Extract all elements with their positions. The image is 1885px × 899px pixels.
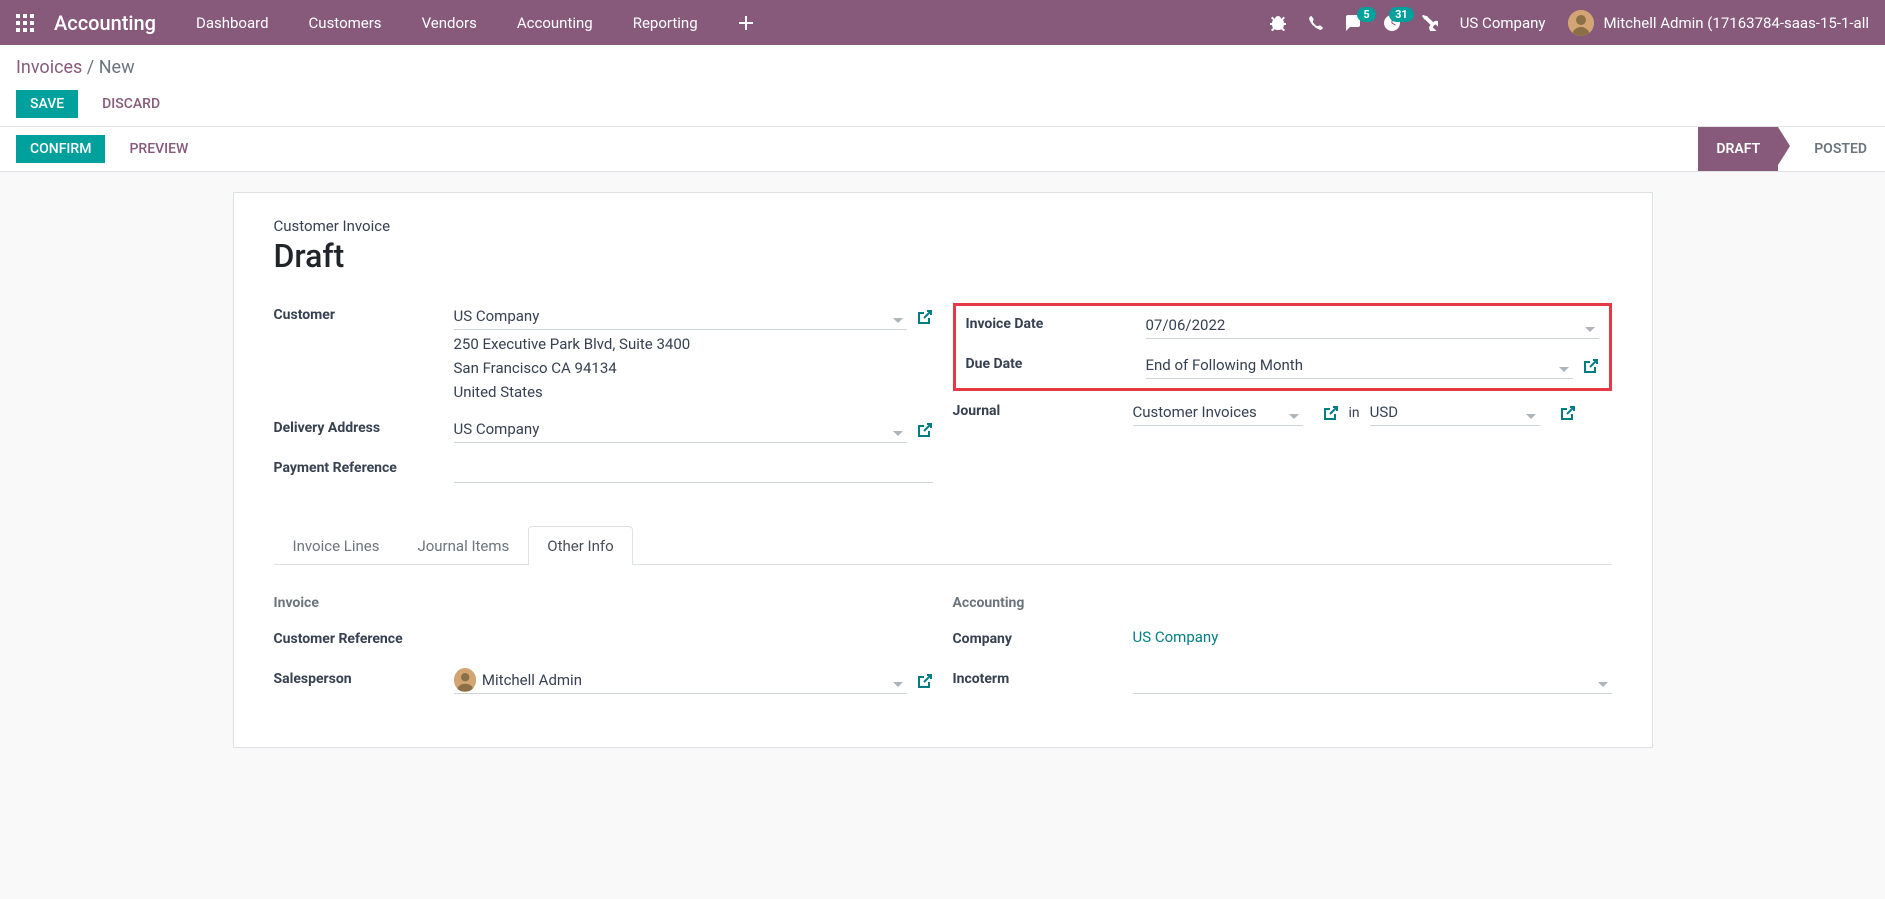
discard-button[interactable]: DISCARD	[88, 90, 174, 118]
invoice-date-input[interactable]	[1146, 312, 1599, 339]
avatar-icon	[1568, 10, 1594, 36]
status-row: CONFIRM PREVIEW DRAFT POSTED	[0, 127, 1885, 172]
plus-icon[interactable]	[738, 14, 754, 32]
salesperson-label: Salesperson	[274, 667, 454, 687]
right-column: Invoice Date Due Date	[953, 303, 1612, 496]
delivery-input[interactable]	[454, 416, 907, 443]
invoice-type-label: Customer Invoice	[274, 217, 1612, 235]
form-tabs: Invoice Lines Journal Items Other Info	[274, 526, 1612, 565]
nav-accounting[interactable]: Accounting	[517, 14, 593, 32]
nav-reporting[interactable]: Reporting	[633, 14, 698, 32]
nav-dashboard[interactable]: Dashboard	[196, 14, 269, 32]
tab-invoice-lines[interactable]: Invoice Lines	[274, 526, 399, 565]
activity-icon[interactable]: 31	[1384, 15, 1400, 31]
nav-customers[interactable]: Customers	[309, 14, 382, 32]
customer-address: 250 Executive Park Blvd, Suite 3400 San …	[454, 332, 933, 404]
status-pills: DRAFT POSTED	[1698, 127, 1885, 171]
nav-vendors[interactable]: Vendors	[422, 14, 477, 32]
tab-content-other: Invoice Customer Reference Salesperson	[274, 565, 1612, 707]
phone-icon[interactable]	[1308, 15, 1324, 31]
customer-label: Customer	[274, 303, 454, 323]
external-link-icon[interactable]	[1560, 405, 1576, 421]
breadcrumb-bar: Invoices / New SAVE DISCARD	[0, 45, 1885, 127]
invoice-section-title: Invoice	[274, 595, 933, 611]
top-navbar: Accounting Dashboard Customers Vendors A…	[0, 0, 1885, 45]
accounting-section-title: Accounting	[953, 595, 1612, 611]
user-name: Mitchell Admin (17163784-saas-15-1-all	[1604, 14, 1870, 32]
company-label: Company	[953, 627, 1133, 647]
left-column: Customer 250 Executive Park Blvd, Suite …	[274, 303, 933, 496]
nav-right: 5 31 US Company Mitchell Admin (17163784…	[1270, 10, 1869, 36]
sheet-wrap: Customer Invoice Draft Customer	[0, 172, 1885, 768]
app-name[interactable]: Accounting	[54, 11, 156, 35]
messages-icon[interactable]: 5	[1346, 15, 1362, 31]
customer-ref-label: Customer Reference	[274, 627, 454, 647]
company-link[interactable]: US Company	[1133, 628, 1219, 646]
nav-menu: Dashboard Customers Vendors Accounting R…	[196, 14, 1270, 32]
status-draft[interactable]: DRAFT	[1698, 127, 1778, 171]
messages-badge: 5	[1357, 7, 1375, 22]
due-date-label: Due Date	[966, 352, 1146, 372]
payref-label: Payment Reference	[274, 456, 454, 476]
tab-other-info[interactable]: Other Info	[528, 526, 632, 565]
incoterm-input[interactable]	[1133, 667, 1612, 694]
customer-input[interactable]	[454, 303, 907, 330]
highlighted-region: Invoice Date Due Date	[953, 303, 1612, 391]
invoice-date-label: Invoice Date	[966, 312, 1146, 332]
other-left: Invoice Customer Reference Salesperson	[274, 595, 933, 707]
invoice-title: Draft	[274, 237, 1612, 275]
breadcrumb-parent[interactable]: Invoices	[16, 57, 82, 78]
breadcrumb: Invoices / New	[16, 57, 1869, 78]
tools-icon[interactable]	[1422, 15, 1438, 31]
save-button[interactable]: SAVE	[16, 90, 78, 118]
avatar-icon	[454, 668, 476, 692]
activity-badge: 31	[1389, 7, 1414, 22]
form-columns: Customer 250 Executive Park Blvd, Suite …	[274, 303, 1612, 496]
external-link-icon[interactable]	[1583, 358, 1599, 374]
payref-input[interactable]	[454, 456, 933, 483]
apps-icon[interactable]	[16, 14, 34, 32]
external-link-icon[interactable]	[917, 309, 933, 325]
in-label: in	[1349, 405, 1360, 421]
incoterm-label: Incoterm	[953, 667, 1133, 687]
external-link-icon[interactable]	[917, 422, 933, 438]
external-link-icon[interactable]	[1323, 405, 1339, 421]
journal-input[interactable]	[1133, 399, 1303, 426]
form-sheet: Customer Invoice Draft Customer	[233, 192, 1653, 748]
journal-label: Journal	[953, 399, 1133, 419]
delivery-label: Delivery Address	[274, 416, 454, 436]
tab-journal-items[interactable]: Journal Items	[398, 526, 528, 565]
user-menu[interactable]: Mitchell Admin (17163784-saas-15-1-all	[1568, 10, 1870, 36]
other-right: Accounting Company US Company Incoterm	[953, 595, 1612, 707]
due-date-input[interactable]	[1146, 352, 1573, 379]
status-actions: CONFIRM PREVIEW	[0, 127, 218, 171]
status-posted[interactable]: POSTED	[1796, 127, 1885, 171]
salesperson-input[interactable]	[482, 667, 907, 693]
company-selector[interactable]: US Company	[1460, 14, 1546, 32]
breadcrumb-current: New	[99, 57, 135, 78]
external-link-icon[interactable]	[917, 673, 933, 689]
confirm-button[interactable]: CONFIRM	[16, 135, 105, 163]
action-bar: SAVE DISCARD	[16, 90, 1869, 118]
currency-input[interactable]	[1370, 399, 1540, 426]
bug-icon[interactable]	[1270, 15, 1286, 31]
preview-button[interactable]: PREVIEW	[115, 135, 202, 163]
